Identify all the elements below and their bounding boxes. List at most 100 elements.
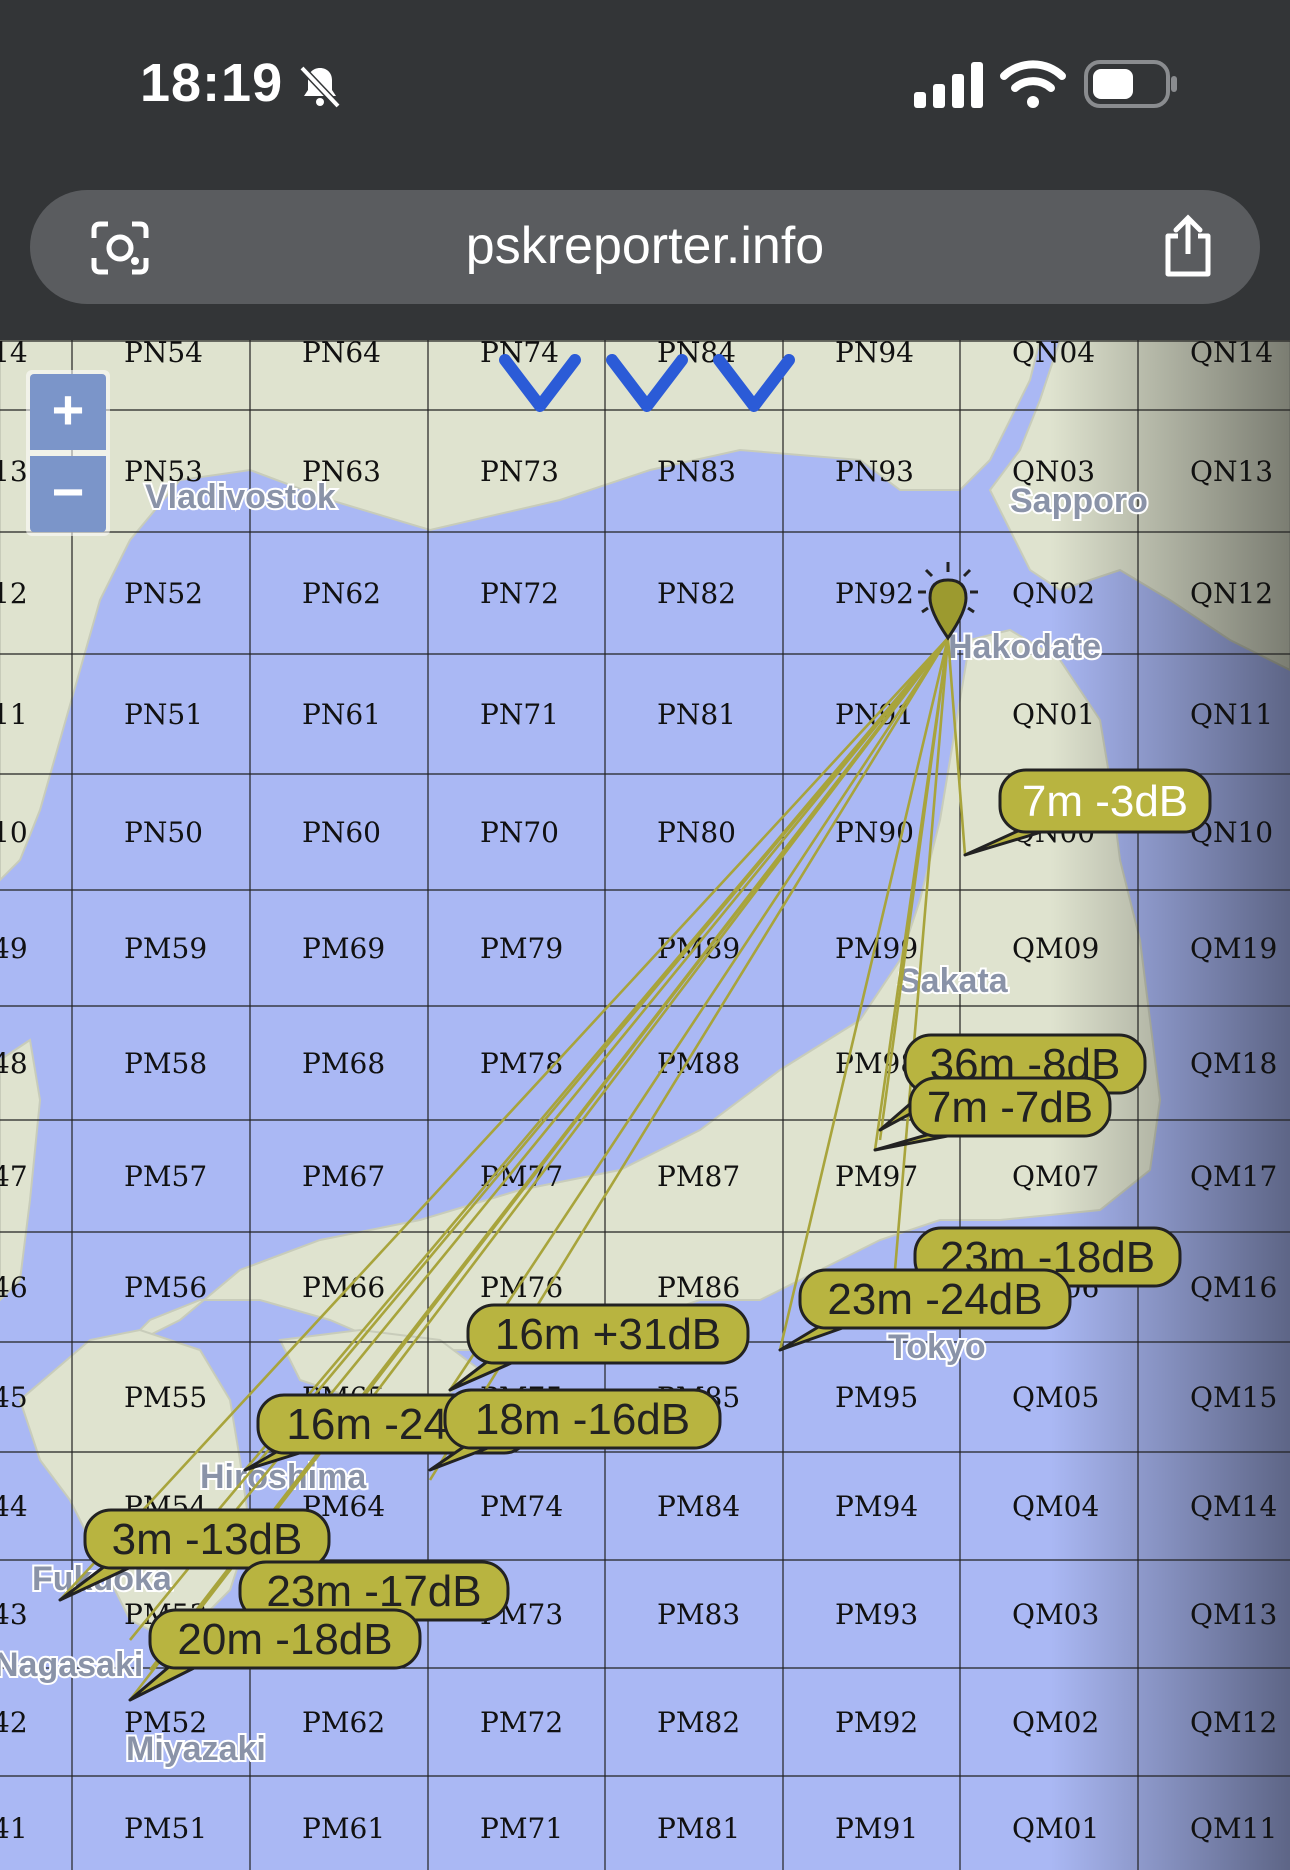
grid-square-label: PN50: [124, 816, 203, 849]
grid-square-label: QM12: [1190, 1706, 1277, 1739]
spot-label: 3m -13dB: [112, 1515, 303, 1564]
grid-square-label: QM14: [1190, 1490, 1277, 1523]
grid-square-label: QM03: [1012, 1598, 1099, 1631]
grid-square-label: PM84: [657, 1490, 740, 1523]
grid-square-label: PM58: [124, 1047, 207, 1080]
url-text[interactable]: pskreporter.info: [30, 216, 1260, 276]
grid-square-label: QM05: [1012, 1381, 1099, 1414]
grid-square-label: PM72: [480, 1706, 563, 1739]
grid-square-label: PN60: [302, 816, 381, 849]
grid-square-label: QM15: [1190, 1381, 1277, 1414]
grid-square-label: PN70: [480, 816, 559, 849]
grid-square-label: PN73: [480, 455, 559, 488]
grid-square-label: 46: [0, 1271, 28, 1304]
grid-square-label: QN01: [1012, 698, 1095, 731]
grid-square-label: PM83: [657, 1598, 740, 1631]
grid-square-label: PN92: [835, 577, 914, 610]
browser-chrome: 18:19 pskreporter.info: [0, 0, 1290, 340]
map-canvas[interactable]: 14 PN54 PN64 PN74 PN84 PN94 QN04 QN1413 PN53 PN63…: [0, 340, 1290, 1870]
grid-square-label: QM02: [1012, 1706, 1099, 1739]
bell-muted-icon: [299, 65, 341, 109]
grid-square-label: QM19: [1190, 932, 1277, 965]
grid-square-label: PM74: [480, 1490, 563, 1523]
city-label: Sapporo: [1010, 482, 1148, 520]
grid-square-label: PM71: [480, 1812, 563, 1845]
grid-square-label: 13: [0, 455, 28, 488]
grid-square-label: 10: [0, 816, 28, 849]
grid-square-label: PM51: [124, 1812, 207, 1845]
zoom-out-button[interactable]: −: [30, 456, 106, 532]
city-label: Miyazaki: [126, 1730, 266, 1768]
grid-square-label: PM59: [124, 932, 207, 965]
grid-square-label: PN74: [480, 340, 559, 369]
share-icon[interactable]: [1160, 214, 1216, 278]
grid-square-label: 11: [0, 698, 28, 731]
grid-square-label: PM94: [835, 1490, 918, 1523]
grid-square-label: PM57: [124, 1160, 207, 1193]
grid-square-label: QM16: [1190, 1271, 1277, 1304]
grid-square-label: PM62: [302, 1706, 385, 1739]
spot-balloon[interactable]: 18m -16dB: [428, 1388, 722, 1472]
spot-label: 20m -18dB: [177, 1615, 392, 1664]
grid-square-label: PM66: [302, 1271, 385, 1304]
transmitter-pin-icon[interactable]: [918, 562, 978, 641]
grid-square-label: PM68: [302, 1047, 385, 1080]
grid-square-label: QM04: [1012, 1490, 1099, 1523]
wifi-icon: [1000, 60, 1066, 108]
grid-square-label: QM17: [1190, 1160, 1277, 1193]
spot-label: 18m -16dB: [475, 1395, 690, 1444]
spot-balloon[interactable]: 20m -18dB: [128, 1608, 422, 1702]
grid-square-label: PN81: [657, 698, 736, 731]
grid-square-label: PN54: [124, 340, 203, 369]
spot-label: 7m -3dB: [1022, 777, 1188, 826]
battery-icon: [1084, 60, 1177, 108]
grid-square-label: PN62: [302, 577, 381, 610]
grid-square-label: 45: [0, 1381, 28, 1414]
cellular-signal-icon: [914, 62, 983, 108]
grid-square-label: PM61: [302, 1812, 385, 1845]
city-label: Hakodate: [948, 628, 1101, 666]
grid-square-label: PM91: [835, 1812, 918, 1845]
grid-square-label: PM76: [480, 1271, 563, 1304]
grid-square-label: PN93: [835, 455, 914, 488]
grid-square-label: 12: [0, 577, 28, 610]
grid-square-label: PM69: [302, 932, 385, 965]
grid-square-label: PM92: [835, 1706, 918, 1739]
grid-square-label: PM93: [835, 1598, 918, 1631]
grid-square-label: 42: [0, 1706, 28, 1739]
map-view[interactable]: 14 PN54 PN64 PN74 PN84 PN94 QN04 QN14 13 PN53 PN63…: [0, 340, 1290, 1870]
city-label: Nagasaki: [0, 1646, 143, 1684]
grid-square-label: 48: [0, 1047, 28, 1080]
grid-square-label: 49: [0, 932, 28, 965]
grid-square-label: PN94: [835, 340, 914, 369]
grid-square-label: PN80: [657, 816, 736, 849]
grid-square-label: 47: [0, 1160, 28, 1193]
zoom-in-button[interactable]: +: [30, 374, 106, 450]
grid-square-label: PN72: [480, 577, 559, 610]
grid-square-label: 44: [0, 1490, 28, 1523]
city-label: Hiroshima: [200, 1458, 367, 1496]
status-time: 18:19: [140, 53, 284, 113]
grid-square-label: PM87: [657, 1160, 740, 1193]
grid-square-label: 43: [0, 1598, 28, 1631]
grid-square-label: PM95: [835, 1381, 918, 1414]
grid-square-label: PM97: [835, 1160, 918, 1193]
grid-square-label: QM13: [1190, 1598, 1277, 1631]
city-label: Vladivostok: [145, 478, 336, 516]
grid-square-label: PM67: [302, 1160, 385, 1193]
spot-label: 16m +31dB: [495, 1310, 721, 1359]
grid-square-label: QN14: [1190, 340, 1273, 369]
grid-square-label: QM07: [1012, 1160, 1099, 1193]
spot-label: 23m -24dB: [827, 1275, 1042, 1324]
grid-square-label: PN83: [657, 455, 736, 488]
grid-square-label: PM82: [657, 1706, 740, 1739]
grid-square-label: QM11: [1190, 1812, 1277, 1845]
address-bar[interactable]: pskreporter.info: [30, 190, 1260, 304]
grid-square-label: QN04: [1012, 340, 1095, 369]
grid-square-label: 14: [0, 340, 28, 369]
grid-square-label: QM18: [1190, 1047, 1277, 1080]
grid-square-label: 41: [0, 1812, 28, 1845]
grid-square-label: PM56: [124, 1271, 207, 1304]
grid-square-label: QN11: [1190, 698, 1273, 731]
grid-square-label: PN51: [124, 698, 203, 731]
